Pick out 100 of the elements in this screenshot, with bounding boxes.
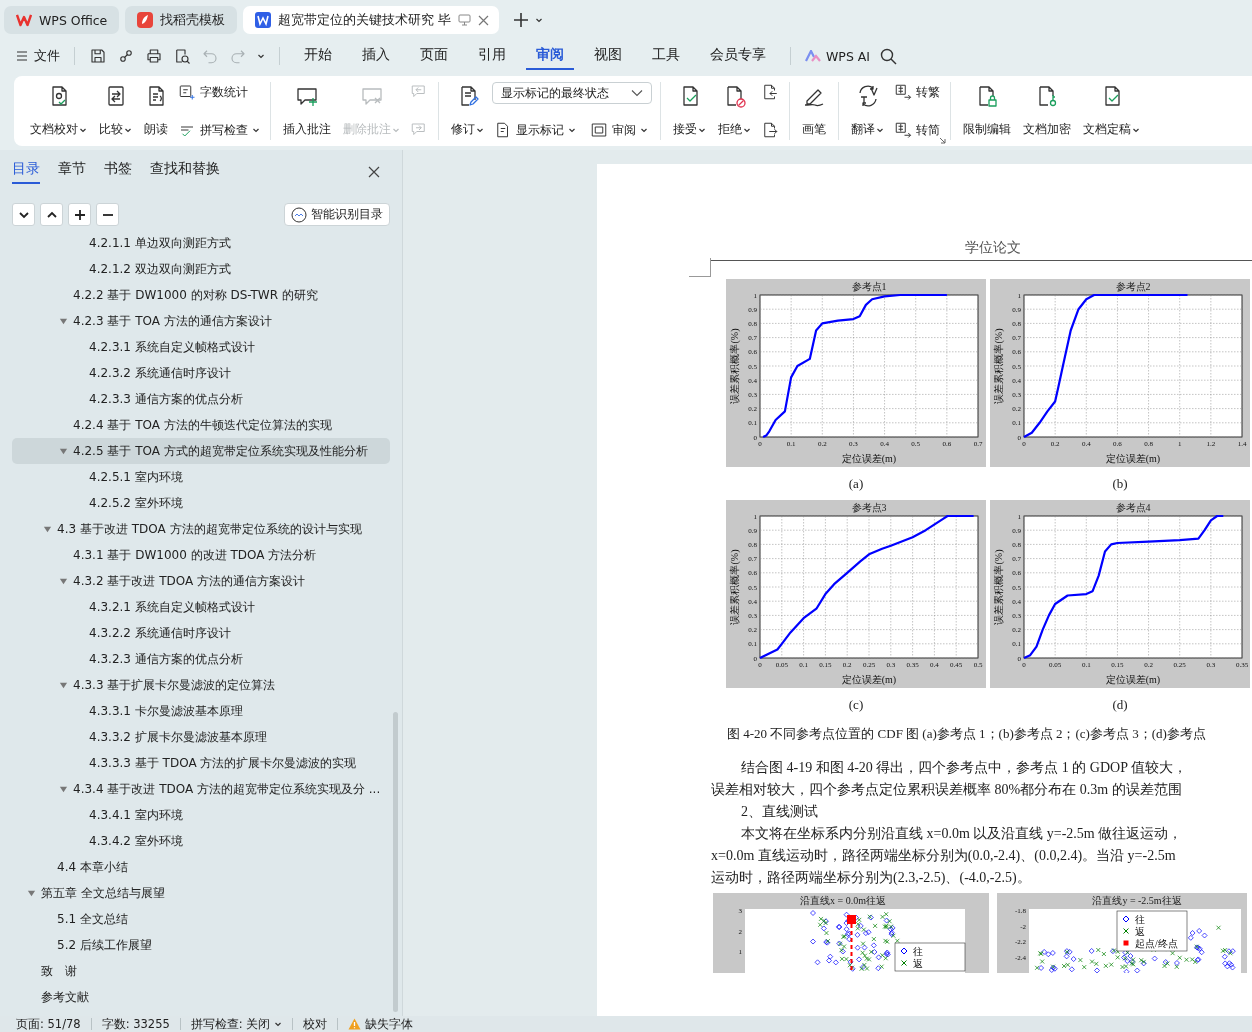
ribbon-tab[interactable]: 页面: [410, 42, 458, 70]
document-tab[interactable]: 超宽带定位的关键技术研究 毕: [243, 6, 500, 34]
toc-item[interactable]: 5.1 全文总结: [12, 906, 390, 932]
status-dropdown[interactable]: 拼写检查: 关闭: [190, 1016, 283, 1032]
ribbon-button[interactable]: 拒绝: [714, 82, 755, 140]
pane-tab[interactable]: 书签: [104, 160, 132, 184]
toc-item[interactable]: 4.2.4 基于 TOA 方法的牛顿迭代定位算法的实现: [12, 412, 390, 438]
toc-item[interactable]: 4.3.3.1 卡尔曼滤波基本原理: [12, 698, 390, 724]
warning-icon: [348, 1018, 362, 1030]
ribbon-tab[interactable]: 会员专享: [700, 42, 776, 70]
toc-item[interactable]: 4.3.2 基于改进 TDOA 方法的通信方案设计: [12, 568, 390, 594]
toc-item[interactable]: 5.2 后续工作展望: [12, 932, 390, 958]
ribbon-button[interactable]: 拼写检查: [176, 120, 262, 140]
plus-icon[interactable]: [513, 12, 530, 28]
ribbon-button[interactable]: 限制编辑: [959, 82, 1015, 140]
collapse-button[interactable]: [40, 203, 63, 226]
ribbon-button[interactable]: 文档定稿: [1079, 82, 1144, 140]
expanded-triangle-icon[interactable]: [43, 524, 52, 534]
search-icon[interactable]: [880, 47, 898, 65]
status-text[interactable]: 页面: 51/78: [16, 1016, 81, 1032]
status-text[interactable]: 校对: [303, 1016, 328, 1032]
toc-item[interactable]: 4.3.2.2 系统通信时序设计: [12, 620, 390, 646]
toc-item[interactable]: 4.2.2 基于 DW1000 的对称 DS-TWR 的研究: [12, 282, 390, 308]
smart-toc-button[interactable]: 智能识别目录: [284, 203, 390, 226]
file-menu-button[interactable]: 文件: [16, 47, 60, 65]
toc-item[interactable]: 4.3 基于改进 TDOA 方法的超宽带定位系统的设计与实现: [12, 516, 390, 542]
pane-tab[interactable]: 章节: [58, 160, 86, 184]
previous-change-icon: [761, 83, 779, 101]
document-tab[interactable]: 找稻壳模板: [125, 6, 238, 34]
toc-item[interactable]: 4.2.5 基于 TOA 方式的超宽带定位系统实现及性能分析: [12, 438, 390, 464]
add-button[interactable]: [68, 203, 91, 226]
toc-item[interactable]: 4.2.1.2 双边双向测距方式: [12, 256, 390, 282]
tab-title: 超宽带定位的关键技术研究 毕: [278, 11, 452, 29]
pane-tab[interactable]: 目录: [12, 160, 40, 184]
toc-item[interactable]: 4.3.4.2 室外环境: [12, 828, 390, 854]
ribbon-button[interactable]: 显示标记: [492, 120, 578, 140]
toc-item[interactable]: 4.3.3 基于扩展卡尔曼滤波的定位算法: [12, 672, 390, 698]
expand-button[interactable]: [12, 203, 35, 226]
toc-item[interactable]: 4.3.2.3 通信方案的优点分析: [12, 646, 390, 672]
toc-item[interactable]: 4.2.3.1 系统自定义帧格式设计: [12, 334, 390, 360]
ribbon-button[interactable]: 画笔: [798, 82, 830, 140]
save-icon[interactable]: [89, 47, 107, 65]
ai-button[interactable]: WPS AI: [805, 48, 871, 64]
document-tab[interactable]: WPS Office: [4, 6, 120, 34]
remove-button[interactable]: [96, 203, 119, 226]
ribbon-button[interactable]: 审阅: [588, 120, 650, 140]
expanded-triangle-icon[interactable]: [59, 680, 68, 690]
status-text[interactable]: 字数: 33255: [101, 1016, 170, 1032]
body-text-line: 误差相对较大，四个参考点定位累积误差概率 80%都分布在 0.3m 的误差范围: [711, 781, 1182, 799]
close-icon[interactable]: [478, 14, 490, 26]
toc-item[interactable]: 4.4 本章小结: [12, 854, 390, 880]
dropdown-field[interactable]: 显示标记的最终状态: [492, 82, 652, 104]
link-icon[interactable]: [117, 47, 135, 65]
ribbon-button[interactable]: 字数统计: [176, 82, 250, 102]
toc-item[interactable]: 致 谢: [12, 958, 390, 984]
toc-item[interactable]: 参考文献: [12, 984, 390, 1010]
ribbon-button[interactable]: 接受: [669, 82, 710, 140]
toc-item[interactable]: 4.2.3.2 系统通信时序设计: [12, 360, 390, 386]
ribbon-tab[interactable]: 插入: [352, 42, 400, 70]
expanded-triangle-icon[interactable]: [59, 784, 68, 794]
ribbon-button[interactable]: 文档加密: [1019, 82, 1075, 140]
expanded-triangle-icon[interactable]: [27, 888, 36, 898]
close-icon[interactable]: [368, 166, 380, 178]
ribbon-tab[interactable]: 开始: [294, 42, 342, 70]
body-text-line: 结合图 4-19 和图 4-20 得出，四个参考点中，参考点 1 的 GDOP 值较大，: [740, 759, 1187, 777]
dialog-launcher-icon[interactable]: [939, 137, 946, 144]
ribbon-button[interactable]: 文档校对: [26, 82, 91, 140]
toc-item[interactable]: 4.3.3.2 扩展卡尔曼滤波基本原理: [12, 724, 390, 750]
toc-item[interactable]: 4.2.5.1 室内环境: [12, 464, 390, 490]
panel-icon: [590, 121, 608, 139]
ribbon-button[interactable]: 转简: [892, 120, 942, 140]
expanded-triangle-icon[interactable]: [59, 316, 68, 326]
toc-item[interactable]: 4.3.4 基于改进 TDOA 方法的超宽带定位系统实现及分 ...: [12, 776, 390, 802]
ribbon-tab[interactable]: 工具: [642, 42, 690, 70]
pane-tab[interactable]: 查找和替换: [150, 160, 220, 184]
toc-item[interactable]: 4.2.3.3 通信方案的优点分析: [12, 386, 390, 412]
ribbon-button[interactable]: 修订: [447, 82, 488, 140]
ribbon-button[interactable]: 朗读: [140, 82, 172, 140]
toc-item[interactable]: 第五章 全文总结与展望: [12, 880, 390, 906]
ribbon-button[interactable]: 翻译: [847, 82, 888, 140]
expanded-triangle-icon[interactable]: [59, 446, 68, 456]
ribbon-tab[interactable]: 引用: [468, 42, 516, 70]
toc-item[interactable]: 4.2.5.2 室外环境: [12, 490, 390, 516]
toc-item[interactable]: 4.3.1 基于 DW1000 的改进 TDOA 方法分析: [12, 542, 390, 568]
toc-item[interactable]: 4.3.3.3 基于 TDOA 方法的扩展卡尔曼滤波的实现: [12, 750, 390, 776]
ribbon-button[interactable]: 比较: [95, 82, 136, 140]
ribbon-tab[interactable]: 视图: [584, 42, 632, 70]
print-icon[interactable]: [145, 47, 163, 65]
expanded-triangle-icon[interactable]: [59, 576, 68, 586]
scrollbar-thumb[interactable]: [393, 712, 398, 1012]
toc-item[interactable]: 4.2.3 基于 TOA 方法的通信方案设计: [12, 308, 390, 334]
toc-item[interactable]: 4.3.2.1 系统自定义帧格式设计: [12, 594, 390, 620]
toc-item[interactable]: 4.2.1.1 单边双向测距方式: [12, 230, 390, 256]
ribbon-button[interactable]: 转繁: [892, 82, 942, 102]
ribbon-button[interactable]: 插入批注: [279, 82, 335, 140]
toc-item[interactable]: 4.3.4.1 室内环境: [12, 802, 390, 828]
leaf-app-icon: [137, 12, 154, 28]
ribbon-tab[interactable]: 审阅: [526, 42, 574, 70]
status-warning[interactable]: 缺失字体: [348, 1016, 414, 1032]
print-preview-icon[interactable]: [173, 47, 191, 65]
